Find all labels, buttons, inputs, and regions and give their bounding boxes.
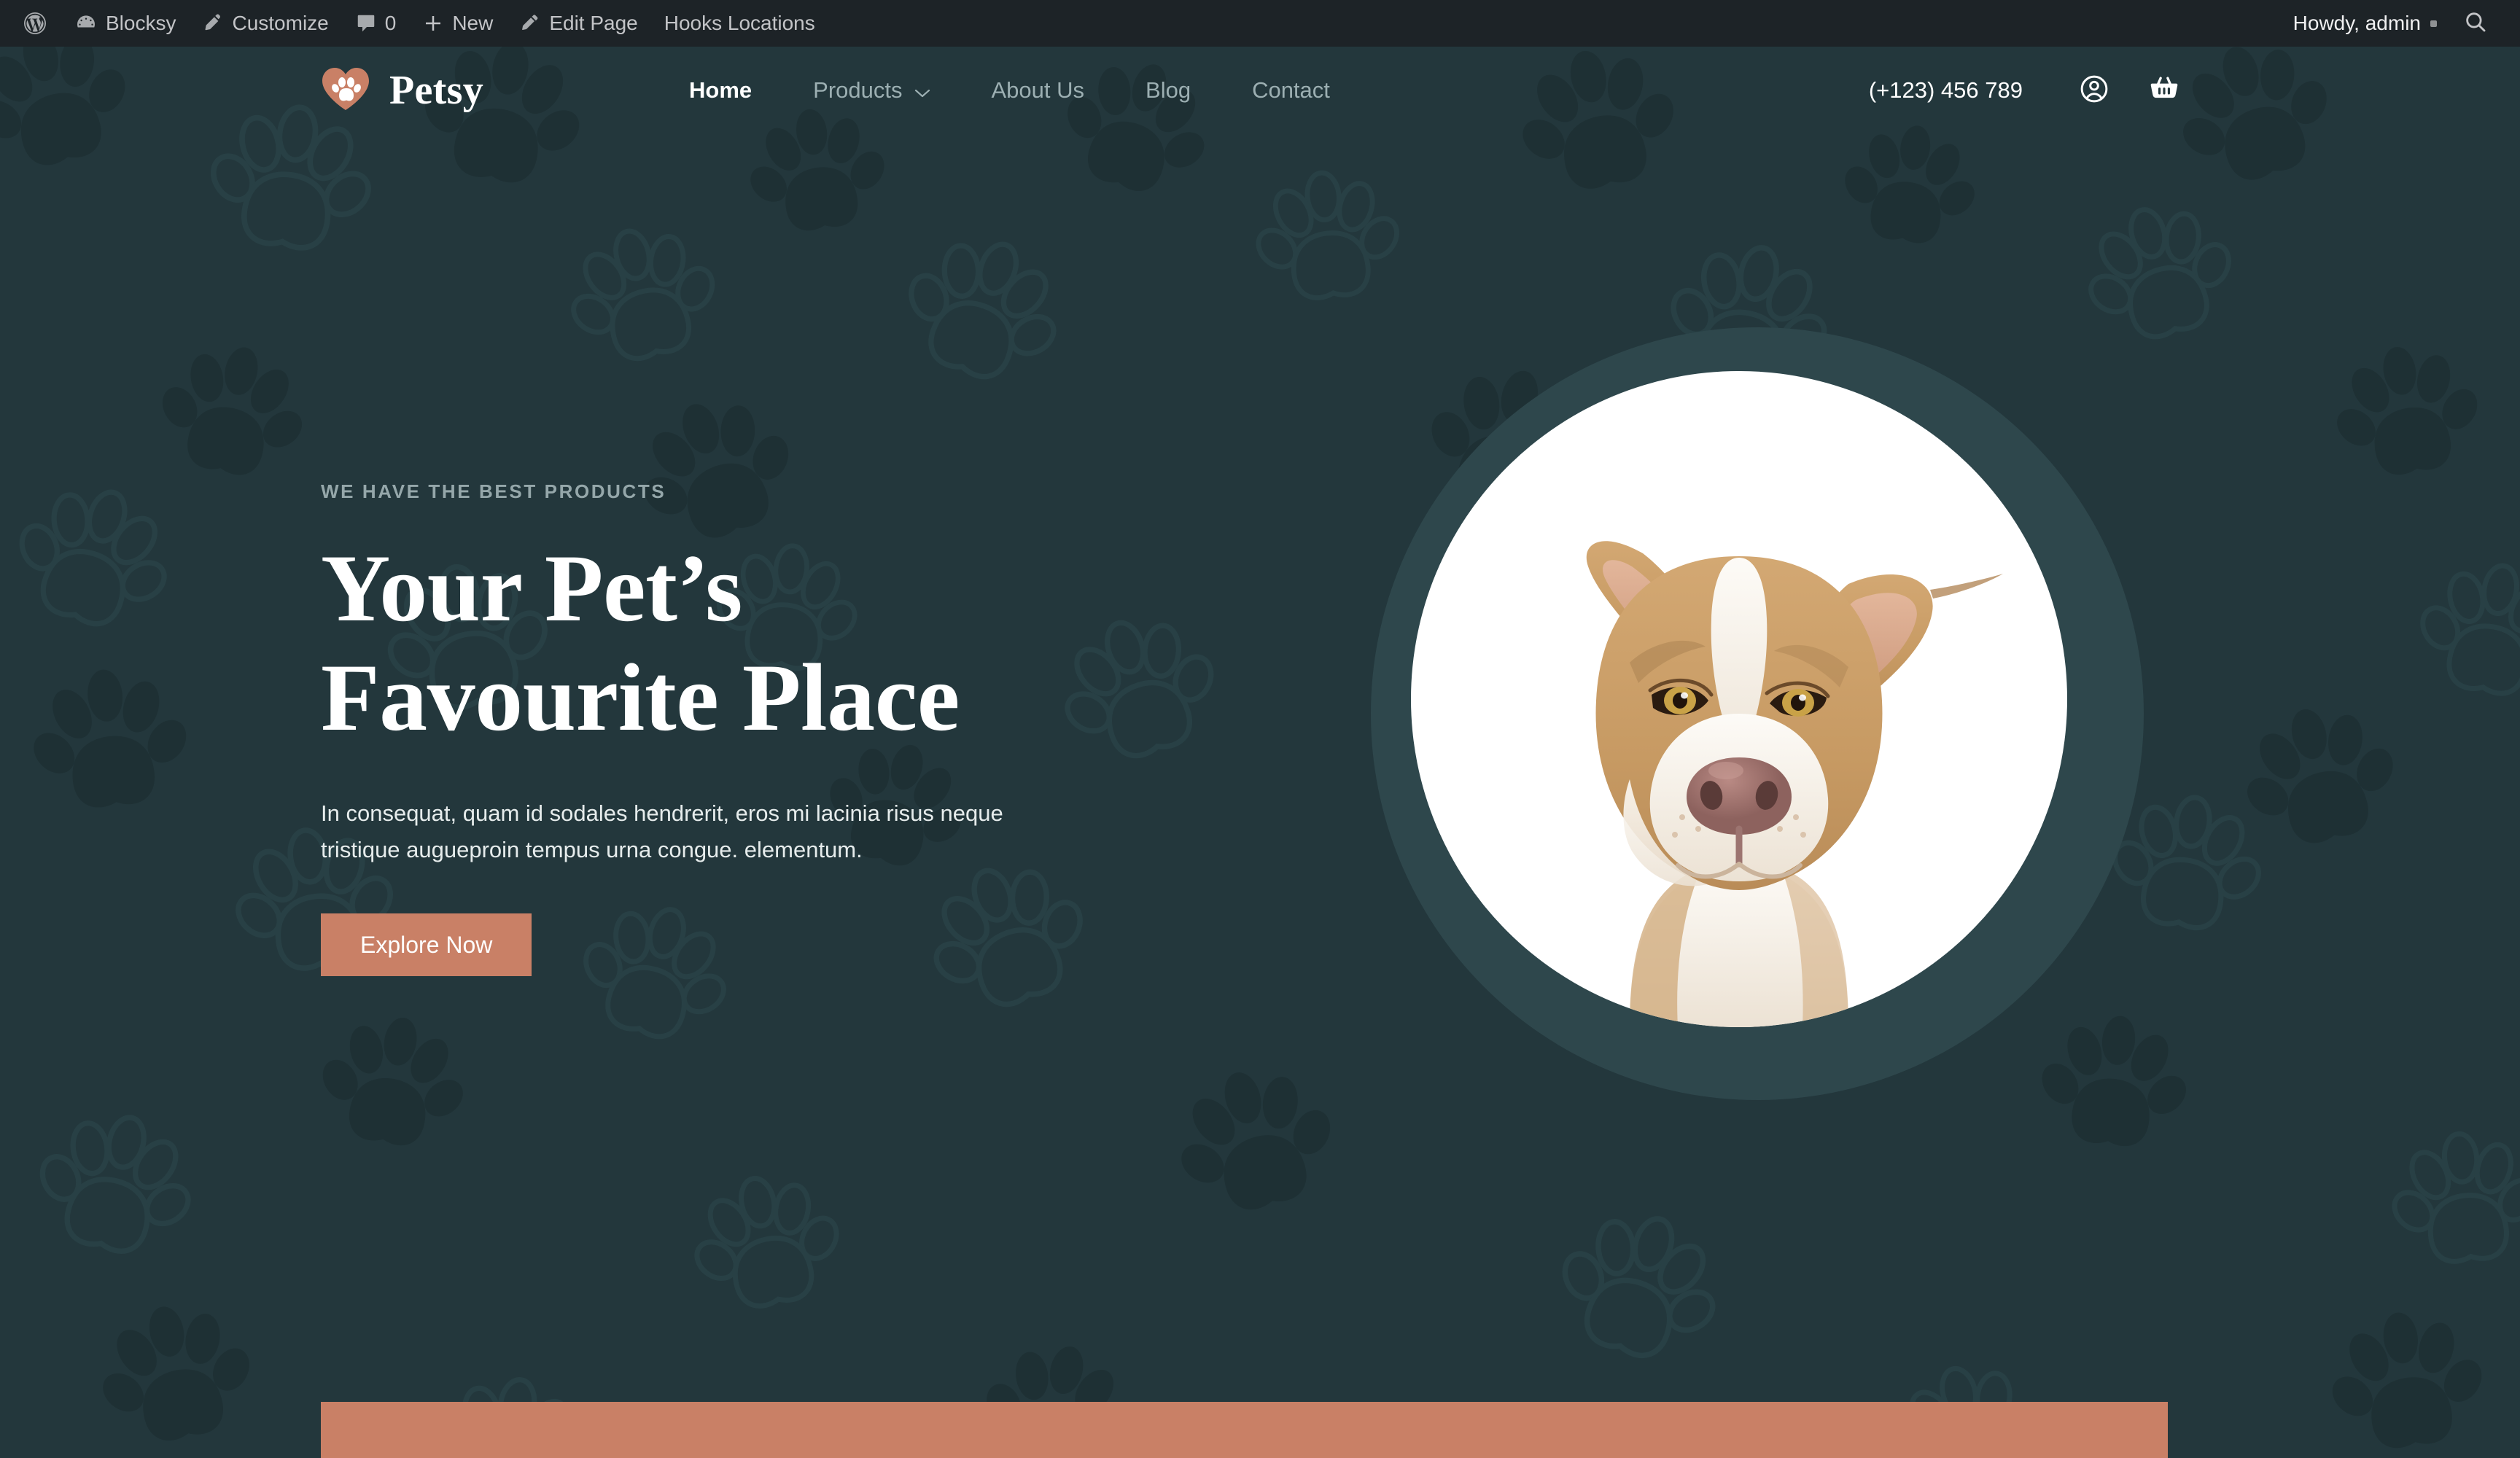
nav-item-products[interactable]: Products [782,77,960,104]
explore-now-button[interactable]: Explore Now [321,913,532,977]
wordpress-logo-icon [22,10,48,36]
heart-paw-logo-icon [321,66,370,115]
hero-title-line-1: Your Pet’s [321,534,742,642]
shopping-basket-icon [2148,73,2180,109]
admin-bar-item-edit-page[interactable]: Edit Page [506,0,650,47]
user-circle-icon [2078,73,2110,109]
hero-section: WE HAVE THE BEST PRODUCTS Your Pet’s Fav… [0,134,2520,1359]
admin-bar-item-label: Hooks Locations [664,12,815,34]
plus-icon [422,12,444,34]
admin-bar-wordpress-logo[interactable] [9,0,61,47]
admin-bar-left-group: Blocksy Customize 0 New Edit Page Hooks … [0,0,828,47]
hero-title: Your Pet’s Favourite Place [321,534,1138,753]
hero-eyebrow: WE HAVE THE BEST PRODUCTS [321,480,666,502]
nav-item-home[interactable]: Home [658,77,782,104]
hero-title-line-2: Favourite Place [321,644,960,752]
nav-item-label: Home [689,77,752,103]
site-page: Petsy Home Products About Us Blog Contac… [0,47,2520,1458]
pencil-icon [519,12,541,34]
primary-navigation: Home Products About Us Blog Contact [658,77,1361,104]
admin-bar-item-label: Blocksy [106,12,176,34]
admin-bar-right-group: Howdy, admin [2283,9,2520,38]
nav-item-blog[interactable]: Blog [1115,77,1221,104]
admin-bar-item-comments[interactable]: 0 [342,0,410,47]
nav-item-label: Products [813,77,903,103]
howdy-label: Howdy, admin [2292,12,2421,34]
admin-bar-howdy[interactable]: Howdy, admin [2283,12,2447,35]
cart-button[interactable] [2129,73,2199,109]
account-button[interactable] [2059,73,2129,109]
admin-bar-item-label: Customize [232,12,329,34]
admin-bar-item-label: Edit Page [549,12,638,34]
hero-copy: WE HAVE THE BEST PRODUCTS Your Pet’s Fav… [321,480,1138,977]
comment-bubble-icon [355,12,377,34]
site-title: Petsy [389,68,484,113]
section-accent-bar [321,1402,2168,1458]
nav-item-label: About Us [991,77,1085,103]
nav-item-about-us[interactable]: About Us [961,77,1116,104]
nav-item-label: Blog [1146,77,1191,103]
comment-count: 0 [384,12,397,34]
nav-item-label: Contact [1252,77,1330,103]
chevron-down-icon [914,77,930,104]
admin-bar-item-customize[interactable]: Customize [189,0,341,47]
header-actions: (+123) 456 789 [1869,73,2199,109]
wordpress-admin-bar: Blocksy Customize 0 New Edit Page Hooks … [0,0,2520,47]
site-header: Petsy Home Products About Us Blog Contac… [0,47,2520,134]
admin-bar-item-new[interactable]: New [409,0,506,47]
paintbrush-icon [202,12,224,34]
site-logo[interactable]: Petsy [321,66,483,115]
admin-bar-item-label: New [452,12,494,34]
admin-bar-search-button[interactable] [2447,9,2498,38]
hero-paragraph: In consequat, quam id sodales hendrerit,… [321,800,1003,862]
phone-number[interactable]: (+123) 456 789 [1869,77,2059,104]
nav-item-contact[interactable]: Contact [1221,77,1361,104]
dashboard-gauge-icon [74,12,98,35]
search-icon [2463,9,2488,38]
admin-bar-item-hooks-locations[interactable]: Hooks Locations [651,0,828,47]
admin-bar-item-blocksy[interactable]: Blocksy [61,0,189,47]
avatar [2430,20,2437,27]
